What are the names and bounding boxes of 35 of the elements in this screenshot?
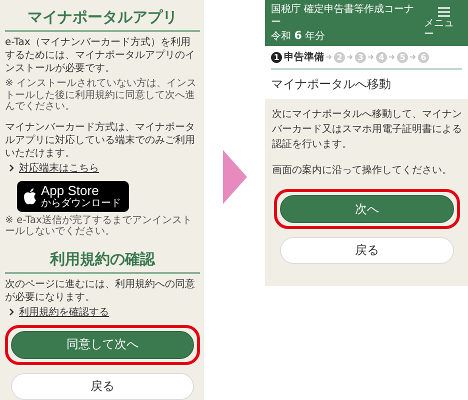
step-arrow-icon <box>347 54 353 60</box>
uninstall-note: ※ e-Tax送信が完了するまでアンインストールしないでください。 <box>5 214 193 238</box>
next-button[interactable]: 同意して次へ <box>11 330 194 358</box>
body-text: 画面の案内に沿って操作してください。 <box>272 164 453 178</box>
section-heading: マイナポータルアプリ <box>5 4 200 32</box>
section-heading: 利用規約の確認 <box>5 246 200 274</box>
step-arrow-icon <box>368 54 374 60</box>
menu-button[interactable]: メニュー <box>424 6 464 40</box>
badge-title: App Store <box>41 184 100 198</box>
terms-text: 次のページに進むには、利用規約への同意が必要になります。 <box>5 278 196 304</box>
step-arrow-icon <box>389 54 395 60</box>
menu-label: メニュー <box>424 18 456 40</box>
step-label: 申告準備 <box>284 50 324 64</box>
step-arrow-icon <box>410 54 416 60</box>
chevron-icon <box>9 164 14 172</box>
badge-subtitle: からダウンロード <box>41 198 121 208</box>
chevron-icon <box>9 308 14 316</box>
app-store-badge[interactable]: App Store からダウンロード <box>17 180 129 212</box>
page-title: マイナポータルへ移動 <box>271 76 392 93</box>
flow-arrow-icon <box>222 150 246 204</box>
apple-icon <box>23 188 37 204</box>
step-number: 1 <box>271 52 282 62</box>
menu-icon <box>438 6 450 16</box>
back-button[interactable]: 戻る <box>11 372 194 400</box>
device-link[interactable]: 対応端末はこちら <box>19 162 99 174</box>
support-text: マイナンバーカード方式は、マイナポータルアプリに対応している端末でのみご利用いただけます。 <box>5 120 196 160</box>
header-title: 国税庁 確定申告書等作成コーナー <box>271 3 416 29</box>
intro-text: e-Tax（マイナンバーカード方式）を利用するためには、マイナポータルアプリのインストールが必要です。 <box>5 36 196 75</box>
body-text: 次にマイナポータルへ移動して、マイナンバーカード又はスマホ用電子証明書による認証を行います。 <box>272 108 462 152</box>
next-button[interactable]: 次へ <box>280 195 454 223</box>
tax-year: 令和 6 年分 <box>271 29 326 43</box>
back-button[interactable]: 戻る <box>280 237 454 264</box>
step-arrow-icon <box>326 54 332 60</box>
install-note: ※ インストールされていない方は、インストールした後に利用規約に同意して次へ進んでください。 <box>5 78 198 112</box>
terms-link[interactable]: 利用規約を確認する <box>19 306 109 318</box>
